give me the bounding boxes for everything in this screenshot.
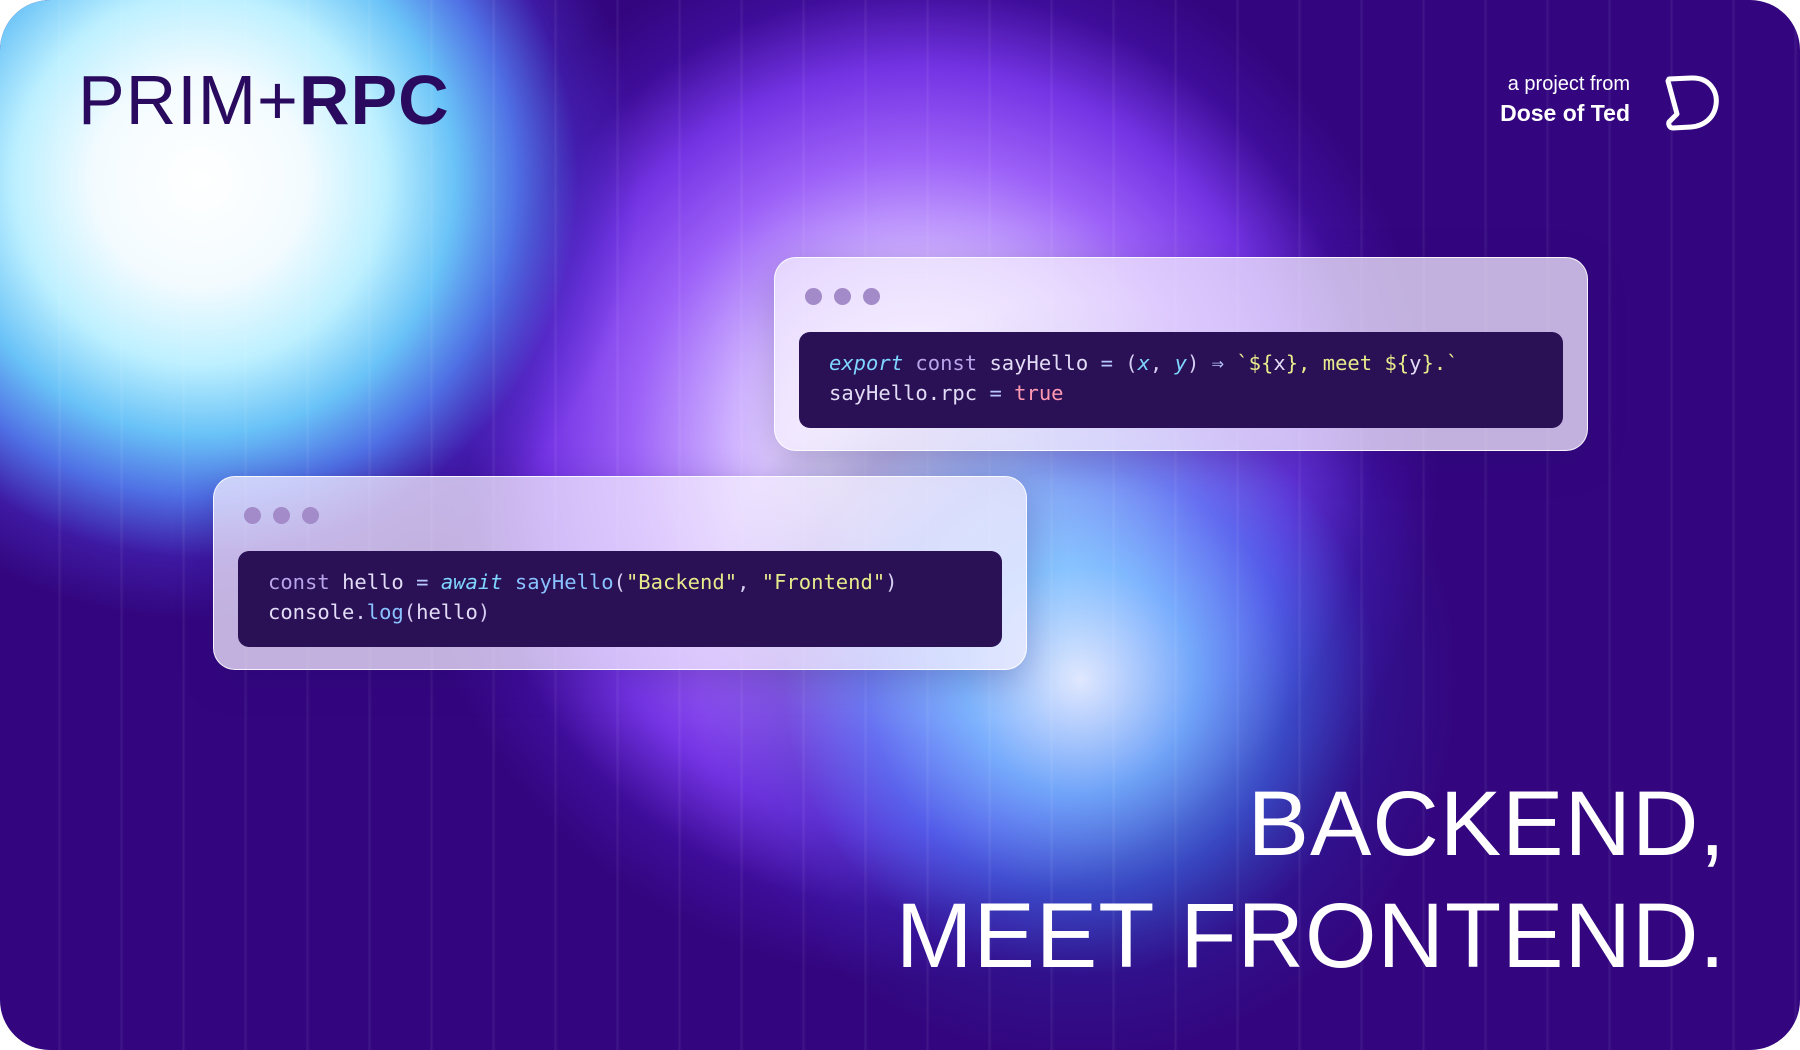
code-token: await	[440, 570, 515, 594]
headline-line-1: BACKEND,	[1247, 773, 1726, 875]
code-token: y	[1409, 351, 1422, 375]
window-dot-icon	[805, 288, 822, 305]
code-token: log	[366, 600, 404, 624]
code-token: ,	[737, 570, 762, 594]
code-token: )	[885, 570, 898, 594]
code-token: sayHello.rpc	[829, 381, 990, 405]
window-controls	[805, 288, 880, 305]
headline: BACKEND, MEET FRONTEND.	[896, 768, 1726, 992]
code-line: const hello = await sayHello("Backend", …	[268, 567, 972, 597]
window-dot-icon	[244, 507, 261, 524]
code-token: "Frontend"	[761, 570, 886, 594]
code-block: export const sayHello = (x, y) ⇒ `${x}, …	[799, 332, 1563, 428]
code-token: const	[268, 570, 343, 594]
code-token: .	[354, 600, 367, 624]
code-line: export const sayHello = (x, y) ⇒ `${x}, …	[829, 348, 1533, 378]
credit-prefix: a project from	[1507, 73, 1630, 95]
headline-line-2: MEET FRONTEND.	[895, 885, 1726, 987]
code-token: =	[989, 381, 1015, 405]
project-credit: a project from Dose of Ted	[1430, 72, 1630, 130]
code-token: y	[1174, 351, 1187, 375]
code-token: `${	[1236, 351, 1274, 375]
code-token: (	[403, 600, 417, 624]
code-token: export	[829, 351, 904, 375]
code-token: true	[1014, 381, 1064, 405]
code-token: )	[1186, 351, 1212, 375]
code-token: hello	[342, 570, 417, 594]
dose-of-ted-logo-icon	[1665, 75, 1719, 131]
code-window-call: const hello = await sayHello("Backend", …	[213, 476, 1027, 670]
credit-org: Dose of Ted	[1500, 100, 1630, 126]
code-token: ⇒	[1211, 351, 1237, 375]
code-token: }, meet ${	[1285, 351, 1410, 375]
code-token: const	[903, 351, 990, 375]
code-line: console.log(hello)	[268, 597, 972, 627]
window-dot-icon	[302, 507, 319, 524]
code-token: "Backend"	[625, 570, 738, 594]
code-token: sayHello	[989, 351, 1101, 375]
code-token: sayHello	[514, 570, 614, 594]
code-token: console	[268, 600, 355, 624]
logo-light-part: PRIM+	[78, 61, 299, 139]
window-controls	[244, 507, 319, 524]
code-window-export: export const sayHello = (x, y) ⇒ `${x}, …	[774, 257, 1588, 451]
code-token: (	[1125, 351, 1138, 375]
code-line: sayHello.rpc = true	[829, 378, 1533, 408]
code-token: ,	[1149, 351, 1175, 375]
window-dot-icon	[863, 288, 880, 305]
code-token: hello	[416, 600, 478, 624]
code-token: )	[477, 600, 491, 624]
code-token: =	[1100, 351, 1126, 375]
prim-rpc-logo: PRIM+RPC	[78, 60, 450, 140]
code-token: }.`	[1421, 351, 1459, 375]
window-dot-icon	[834, 288, 851, 305]
logo-bold-part: RPC	[298, 61, 450, 139]
code-token: =	[416, 570, 441, 594]
code-block: const hello = await sayHello("Backend", …	[238, 551, 1002, 647]
window-dot-icon	[273, 507, 290, 524]
code-token: x	[1137, 351, 1150, 375]
code-token: (	[613, 570, 626, 594]
banner-card: PRIM+RPC a project from Dose of Ted expo…	[0, 0, 1800, 1050]
code-token: x	[1273, 351, 1286, 375]
